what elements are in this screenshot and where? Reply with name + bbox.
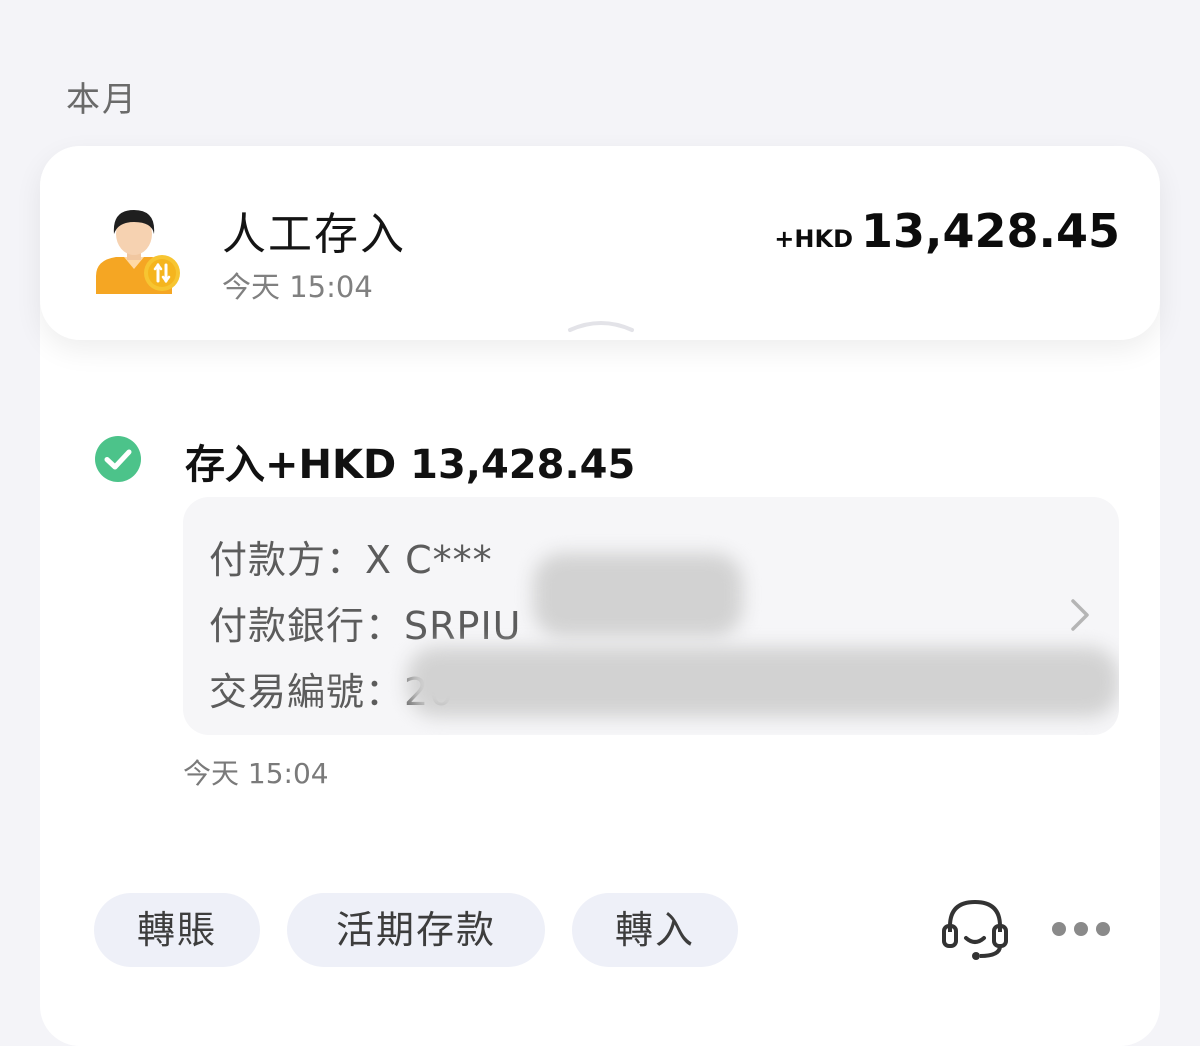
redaction-blur <box>533 553 743 637</box>
collapse-handle-icon[interactable] <box>566 318 636 334</box>
transfer-in-button[interactable]: 轉入 <box>572 893 738 967</box>
detail-timestamp: 今天 15:04 <box>183 757 329 790</box>
transaction-time: 今天 15:04 <box>222 270 373 304</box>
headset-icon[interactable] <box>940 896 1010 962</box>
payment-details-card[interactable]: 付款方：X C*** 付款銀行：SRPIU 交易編號：20 <box>183 497 1119 735</box>
transfer-button[interactable]: 轉賬 <box>94 893 260 967</box>
redaction-blur <box>407 647 1119 717</box>
status-amount-text: 存入+HKD 13,428.45 <box>185 442 636 488</box>
demand-deposit-button[interactable]: 活期存款 <box>287 893 545 967</box>
payer-line: 付款方：X C*** <box>209 538 493 582</box>
payer-bank-line: 付款銀行：SRPIU <box>209 604 522 648</box>
check-circle-icon <box>95 436 141 482</box>
chevron-right-icon <box>1071 599 1089 631</box>
more-dots-icon[interactable] <box>1050 918 1112 940</box>
amount-currency: +HKD <box>774 225 853 253</box>
section-label-this-month: 本月 <box>66 80 138 120</box>
agent-person-coin-icon <box>96 210 180 294</box>
transaction-amount: +HKD 13,428.45 <box>774 204 1120 258</box>
amount-value: 13,428.45 <box>861 204 1120 258</box>
transaction-summary-card[interactable]: 人工存入 今天 15:04 +HKD 13,428.45 <box>40 146 1160 340</box>
transaction-title: 人工存入 <box>222 209 406 260</box>
